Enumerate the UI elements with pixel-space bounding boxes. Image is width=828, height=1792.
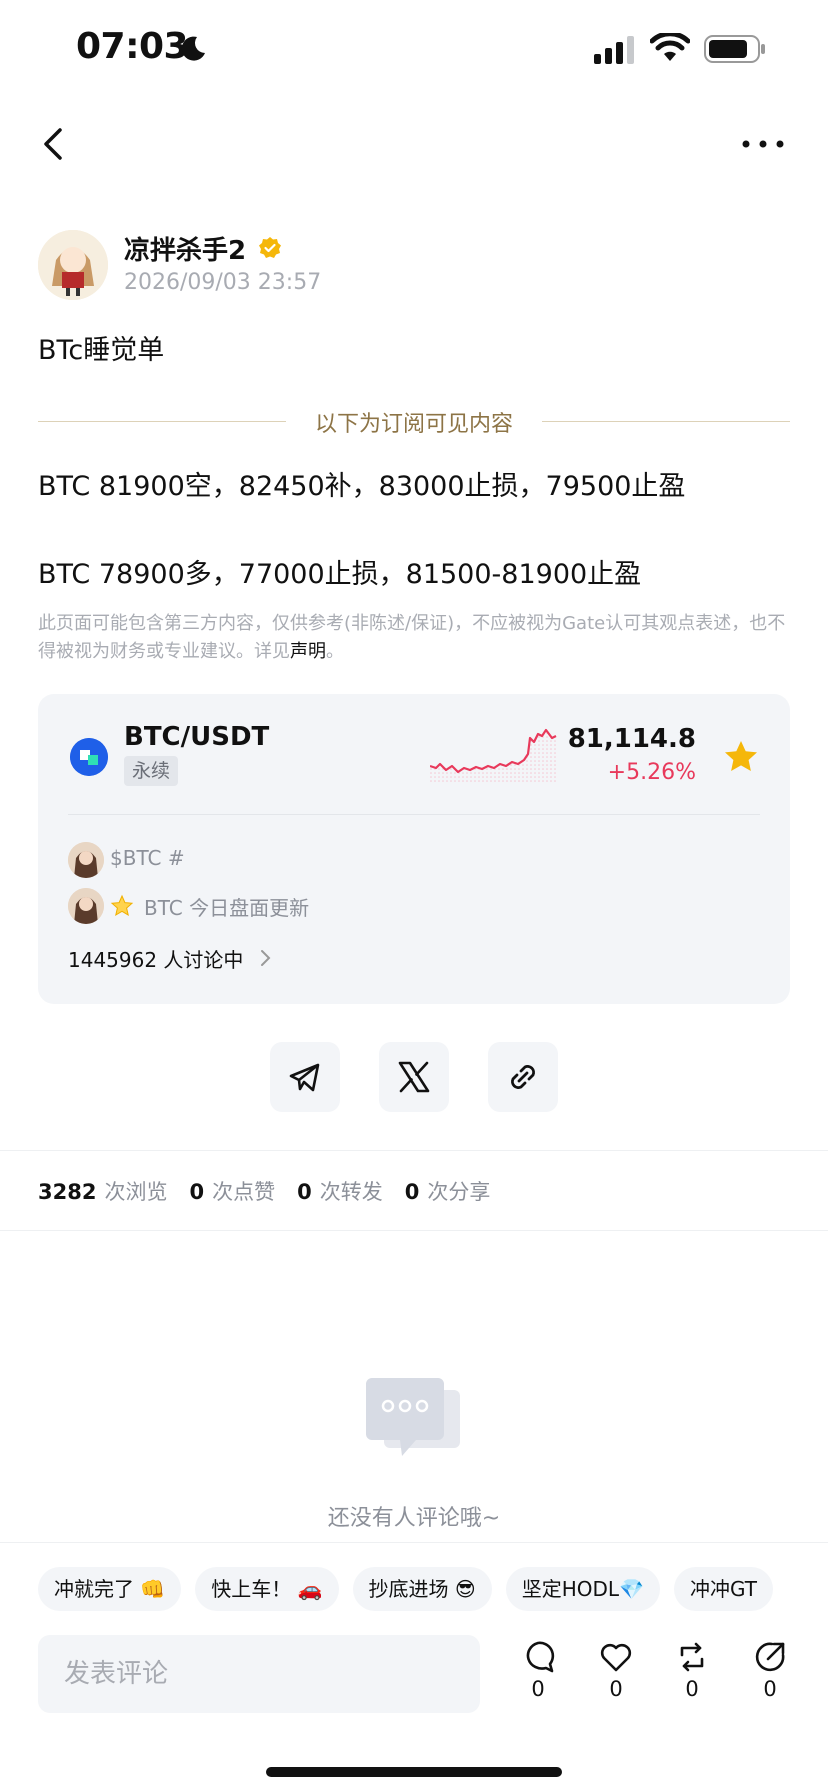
quick-reply-chip[interactable]: 坚定HODL💎: [505, 1567, 660, 1611]
signal-icon: [594, 36, 634, 64]
empty-comments-text: 还没有人评论哦~: [327, 1506, 501, 1531]
star-emoji-icon: [110, 894, 134, 917]
post-stats: 3282 次浏览 0 次点赞 0 次转发 0 次分享: [38, 1176, 512, 1206]
battery-icon: [704, 35, 765, 63]
avatar-illustration: [68, 888, 104, 924]
feed-avatar: [68, 888, 104, 924]
section-divider: [0, 1150, 828, 1151]
moon-icon: [181, 36, 205, 61]
back-arrow-icon[interactable]: [34, 124, 74, 164]
likes-count: 0: [189, 1180, 205, 1204]
like-action[interactable]: 0: [594, 1639, 638, 1701]
perpetual-badge: 永续: [124, 756, 179, 786]
link-icon: [511, 1065, 535, 1089]
author-name[interactable]: 凉拌杀手2: [124, 230, 246, 267]
likes-label: 次点赞: [212, 1180, 276, 1204]
last-price: 81,114.8: [567, 724, 696, 754]
share-telegram-button[interactable]: [270, 1042, 340, 1112]
telegram-icon: [289, 1063, 320, 1092]
disclaimer-text: 此页面可能包含第三方内容，仅供参考(非陈述/保证)，不应被视为Gate认可其观点…: [38, 613, 786, 662]
card-divider: [68, 814, 760, 815]
disclaimer-statement-link[interactable]: 声明: [290, 641, 326, 662]
share-icon: [755, 1642, 785, 1672]
like-count: 0: [609, 1677, 623, 1701]
subscriber-divider: 以下为订阅可见内容: [38, 406, 790, 437]
disclaimer-end: 。: [326, 641, 344, 662]
disclaimer: 此页面可能包含第三方内容，仅供参考(非陈述/保证)，不应被视为Gate认可其观点…: [38, 610, 790, 666]
quick-reply-chip[interactable]: 冲冲GT: [673, 1567, 773, 1611]
favorite-star-icon[interactable]: [722, 738, 760, 776]
repost-count: 0: [685, 1677, 699, 1701]
avatar-illustration: [68, 842, 104, 878]
trading-pair: BTC/USDT: [124, 722, 270, 752]
like-icon: [600, 1643, 632, 1672]
feed-text: BTC 今日盘面更新: [144, 896, 310, 920]
status-time: 07:03: [76, 26, 189, 67]
comment-action[interactable]: 0: [516, 1639, 560, 1701]
comment-count: 0: [531, 1677, 545, 1701]
quick-reply-chip[interactable]: 冲就完了 👊: [38, 1567, 182, 1611]
views-count: 3282: [38, 1180, 97, 1204]
status-bar: 07:03: [0, 0, 828, 100]
subscriber-divider-label: 以下为订阅可见内容: [314, 412, 513, 437]
post-title: BTc睡觉单: [38, 335, 165, 366]
empty-comments-icon: [366, 1378, 460, 1456]
comment-icon: [526, 1641, 555, 1673]
feed-avatar: [68, 842, 104, 878]
wifi-icon: [650, 33, 690, 61]
comment-input[interactable]: [38, 1635, 480, 1713]
quick-reply-chip[interactable]: 快上车！ 🚗: [195, 1567, 339, 1611]
discussion-count[interactable]: 1445962 人讨论中: [68, 944, 243, 973]
reposts-label: 次转发: [319, 1180, 383, 1204]
post-date: 2026/09/03 23:57: [124, 270, 322, 295]
avatar-illustration: [38, 230, 108, 300]
shares-label: 次分享: [427, 1180, 491, 1204]
feed-text: $BTC #: [110, 846, 185, 870]
chevron-right-icon[interactable]: [258, 948, 274, 968]
share-action[interactable]: 0: [748, 1639, 792, 1701]
repost-icon: [680, 1642, 704, 1672]
repost-action[interactable]: 0: [670, 1639, 714, 1701]
share-x-button[interactable]: [379, 1042, 449, 1112]
quick-reply-chip[interactable]: 抄底进场 😎: [352, 1567, 492, 1611]
market-card[interactable]: BTC/USDT 永续 81,114.8 +5.26% $BTC # BTC 今…: [38, 694, 790, 1004]
quick-reply-chips: 冲就完了 👊 快上车！ 🚗 抄底进场 😎 坚定HODL💎 冲冲GT: [38, 1567, 828, 1613]
divider-line-right: [542, 421, 790, 422]
reposts-count: 0: [297, 1180, 312, 1204]
nav-bar: [0, 110, 828, 180]
more-options-icon[interactable]: [738, 124, 788, 164]
shares-count: 0: [404, 1180, 420, 1204]
section-divider: [0, 1230, 828, 1231]
verified-badge-icon: [259, 237, 281, 258]
bottom-bar: 冲就完了 👊 快上车！ 🚗 抄底进场 😎 坚定HODL💎 冲冲GT 0 0 0 0: [0, 1542, 828, 1792]
btc-coin-icon: [70, 738, 108, 776]
author-avatar[interactable]: [38, 230, 108, 300]
price-sparkline: [430, 728, 557, 784]
copy-link-button[interactable]: [488, 1042, 558, 1112]
price-change: +5.26%: [607, 760, 696, 785]
post-content-line: BTC 78900多，77000止损，81500-81900止盈: [38, 559, 642, 590]
home-indicator[interactable]: [266, 1767, 562, 1777]
x-icon: [398, 1061, 430, 1093]
post-content-line: BTC 81900空，82450补，83000止损，79500止盈: [38, 471, 686, 502]
views-label: 次浏览: [104, 1180, 168, 1204]
share-count: 0: [763, 1677, 777, 1701]
